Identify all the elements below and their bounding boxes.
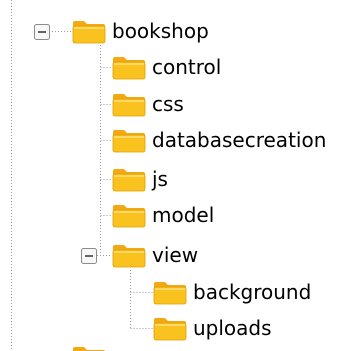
tree-node-control[interactable]: control [112, 52, 221, 82]
collapse-toggle-bookshop[interactable] [34, 24, 50, 40]
tree-node-css[interactable]: css [112, 89, 184, 119]
tree-node-label: bookshop [112, 19, 209, 43]
tree-node-label: databasecreation [152, 128, 327, 152]
tree-node-label: js [152, 167, 168, 191]
tree-node-js[interactable]: js [112, 164, 168, 194]
tree-node-uploads[interactable]: uploads [153, 313, 272, 343]
tree-node-model[interactable]: model [112, 200, 214, 230]
tree-node-view[interactable]: view [112, 240, 198, 270]
folder-icon [112, 166, 146, 192]
tree-node-label: background [193, 280, 312, 304]
folder-icon [112, 242, 146, 268]
tree-node-label: view [152, 243, 199, 267]
tree-node-label: model [152, 203, 215, 227]
tree-node-background[interactable]: background [153, 277, 311, 307]
folder-icon [153, 315, 187, 341]
tree-node-bookshop[interactable]: bookshop [72, 16, 209, 46]
tree-node-label: uploads [193, 316, 272, 340]
folder-icon [112, 91, 146, 117]
tree-node-label: control [152, 55, 222, 79]
folder-icon [112, 127, 146, 153]
folder-tree-view: bookshop control css databasecreation js… [0, 0, 339, 351]
tree-node-databasecreation[interactable]: databasecreation [112, 125, 326, 155]
folder-icon [153, 279, 187, 305]
folder-icon [73, 347, 105, 351]
collapse-toggle-view[interactable] [81, 248, 97, 264]
tree-node-label: css [152, 92, 184, 116]
folder-icon [112, 54, 146, 80]
folder-icon [112, 202, 146, 228]
folder-icon [72, 18, 106, 44]
